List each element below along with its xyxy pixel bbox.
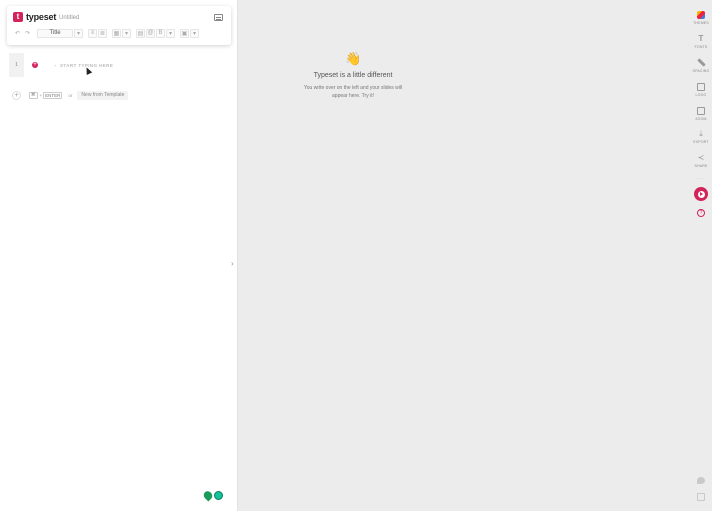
waving-hand-icon: 👋 <box>345 51 362 66</box>
zoom-icon <box>697 107 705 115</box>
download-icon: ⤓ <box>699 129 703 138</box>
sidebar-item-label: FONTS <box>694 45 708 49</box>
play-icon <box>700 192 703 196</box>
sidebar-item-label: EXPORT <box>693 140 709 144</box>
sidebar-item-label: SHARE <box>694 164 708 168</box>
text-style-select[interactable]: Title <box>37 28 73 38</box>
numbered-list-button[interactable]: ≣ <box>98 28 107 38</box>
style-dropdown-chevron-icon[interactable]: ▾ <box>74 28 83 38</box>
new-from-template-button[interactable]: New from Template <box>77 90 129 100</box>
add-block-circle-button[interactable]: + <box>12 90 21 100</box>
sidebar-item-fonts[interactable]: T FONTS <box>690 34 712 50</box>
more-options-icon[interactable]: ··· <box>696 176 705 182</box>
grammarly-icon[interactable] <box>214 491 223 500</box>
new-block-hint: + ⌘ + ENTER or New from Template <box>12 90 129 100</box>
location-pin-icon[interactable] <box>201 489 215 502</box>
sidebar-item-spacing[interactable]: SPACING <box>690 58 712 73</box>
palette-icon <box>697 11 705 19</box>
preview-text-line-2: appear here. Try it! <box>332 93 374 99</box>
sidebar-item-zoom[interactable]: ZOOM <box>690 107 712 121</box>
preview-text-line-1: You write over on the left and your slid… <box>303 85 403 91</box>
help-icon[interactable]: ? <box>697 209 705 217</box>
sidebar-item-logo[interactable]: LOGO <box>690 83 712 97</box>
grid-dropdown-chevron-icon[interactable]: ▾ <box>122 28 131 38</box>
grid-button[interactable]: ▦ <box>112 28 121 38</box>
image-dropdown-chevron-icon[interactable]: ▾ <box>190 28 199 38</box>
enter-key: ENTER <box>43 91 63 99</box>
formatting-toolbar: ↶ ↷ Title ▾ ≡ ≣ ▦ ▾ ▤ @ B ▾ ▣ ▾ <box>13 28 200 38</box>
sidebar-item-label: LOGO <box>695 93 707 97</box>
editor-toolbar: t typeset Untitled ↶ ↷ Title ▾ ≡ ≣ ▦ ▾ ▤… <box>7 6 231 45</box>
sidebar-item-themes[interactable]: THEMES <box>690 11 712 25</box>
align-button[interactable]: ▤ <box>136 28 145 38</box>
format-dropdown-chevron-icon[interactable]: ▾ <box>166 28 175 38</box>
cmd-key: ⌘ <box>29 91 38 99</box>
bullet-list-button[interactable]: ≡ <box>88 28 97 38</box>
image-button[interactable]: ▣ <box>180 28 189 38</box>
ruler-icon <box>696 58 706 67</box>
present-button[interactable] <box>694 187 708 201</box>
sidebar-item-label: ZOOM <box>695 117 707 121</box>
bold-button[interactable]: B <box>156 28 165 38</box>
line-number: 1 <box>9 53 24 77</box>
editor-panel: t typeset Untitled ↶ ↷ Title ▾ ≡ ≣ ▦ ▾ ▤… <box>0 0 238 511</box>
link-button[interactable]: @ <box>146 28 155 38</box>
sidebar-item-label: THEMES <box>693 21 709 25</box>
app-name: typeset <box>26 12 57 22</box>
sidebar-item-export[interactable]: ⤓ EXPORT <box>690 129 712 145</box>
sidebar-item-share[interactable]: ≺ SHARE <box>690 153 712 169</box>
typeset-logo-icon: t <box>13 12 23 22</box>
logo[interactable]: t typeset <box>13 12 56 22</box>
calendar-icon[interactable] <box>697 493 705 501</box>
key-plus-sign: + <box>39 92 43 98</box>
sidebar-item-label: SPACING <box>692 69 710 73</box>
keyboard-icon[interactable] <box>214 14 223 21</box>
share-icon: ≺ <box>697 153 705 162</box>
redo-button[interactable]: ↷ <box>23 29 32 38</box>
image-icon <box>697 83 705 91</box>
chevron-right-icon[interactable]: › <box>231 259 234 268</box>
undo-button[interactable]: ↶ <box>13 29 22 38</box>
preview-heading: Typeset is a little different <box>313 72 393 79</box>
text-icon: T <box>698 34 704 43</box>
twitter-icon[interactable] <box>697 477 705 484</box>
extension-badges <box>201 489 223 502</box>
document-title[interactable]: Untitled <box>59 15 79 21</box>
add-block-icon[interactable]: + <box>32 62 38 68</box>
editor-block[interactable]: 1 + + START TYPING HERE <box>9 53 231 77</box>
play-circle-icon <box>697 190 705 198</box>
hint-or-text: or <box>68 92 73 98</box>
heading-marker-icon: + <box>54 63 57 68</box>
